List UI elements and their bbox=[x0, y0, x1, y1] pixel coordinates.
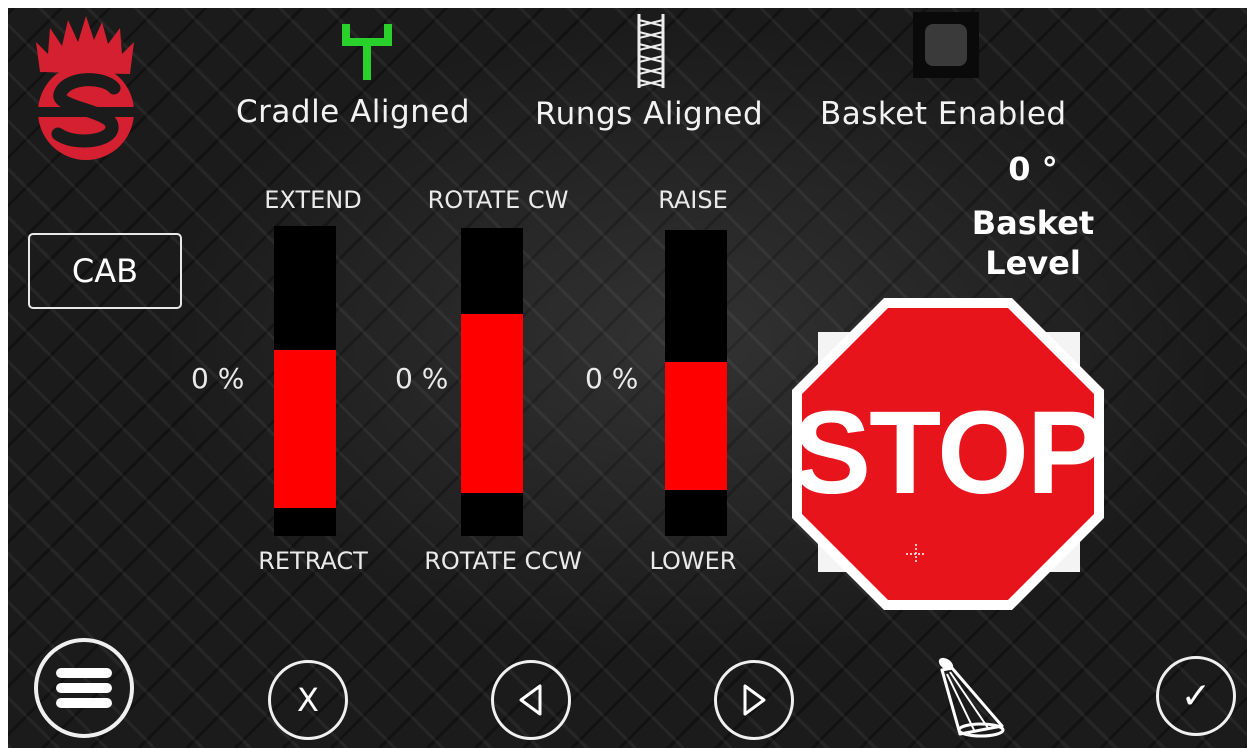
gauge-extend-top-label: EXTEND bbox=[264, 186, 362, 214]
basket-level-label-line2: Level bbox=[985, 244, 1081, 282]
gauge-extend-percent: 0 % bbox=[191, 362, 245, 395]
stop-sign-text: STOP bbox=[792, 387, 1105, 519]
gauge-extend-bar[interactable] bbox=[274, 226, 336, 536]
cradle-icon bbox=[336, 20, 398, 82]
control-screen: Cradle Aligned Rungs Aligned Basket Enab… bbox=[8, 8, 1247, 748]
basket-enabled-label: Basket Enabled bbox=[820, 96, 1067, 132]
gauge-rotate-cw-top-label: ROTATE CW bbox=[427, 186, 569, 214]
cab-button[interactable]: CAB bbox=[28, 233, 182, 309]
stop-button[interactable]: STOP bbox=[788, 296, 1108, 616]
cradle-aligned-label: Cradle Aligned bbox=[236, 94, 471, 130]
crosshair-cursor-icon bbox=[906, 544, 926, 564]
gauge-extend-fill bbox=[274, 350, 336, 509]
rungs-aligned-label: Rungs Aligned bbox=[535, 96, 764, 132]
basket-indicator-icon bbox=[913, 12, 979, 78]
gauge-lower-bottom-label: LOWER bbox=[649, 547, 737, 575]
right-triangle-icon bbox=[743, 684, 766, 716]
cancel-button[interactable]: X bbox=[268, 660, 348, 740]
basket-level-value: 0 ° bbox=[1008, 150, 1058, 188]
menu-button[interactable] bbox=[34, 638, 134, 738]
gauge-raise-top-label: RAISE bbox=[658, 186, 728, 214]
cancel-button-label: X bbox=[297, 681, 319, 719]
gauge-raise-fill bbox=[665, 361, 727, 491]
gauge-raise-percent: 0 % bbox=[585, 362, 639, 395]
gauge-rotate-percent: 0 % bbox=[395, 362, 449, 395]
basket-level-label-line1: Basket bbox=[971, 204, 1095, 242]
gauge-rotate-bar[interactable] bbox=[461, 228, 523, 536]
next-button[interactable] bbox=[714, 660, 794, 740]
previous-button[interactable] bbox=[491, 660, 571, 740]
gauge-raise-bar[interactable] bbox=[665, 230, 727, 536]
ladder-rungs-icon bbox=[636, 12, 666, 90]
gauge-retract-bottom-label: RETRACT bbox=[258, 547, 368, 575]
hamburger-menu-icon bbox=[56, 668, 112, 708]
spotlight-button[interactable] bbox=[930, 652, 1010, 740]
spotlight-icon bbox=[938, 657, 1005, 738]
brand-logo bbox=[30, 14, 142, 172]
gauge-rotate-ccw-bottom-label: ROTATE CCW bbox=[424, 547, 582, 575]
confirm-check-icon: ✓ bbox=[1180, 675, 1212, 717]
gauge-rotate-fill bbox=[461, 314, 523, 493]
left-triangle-icon bbox=[519, 684, 542, 716]
confirm-button[interactable]: ✓ bbox=[1156, 656, 1236, 736]
